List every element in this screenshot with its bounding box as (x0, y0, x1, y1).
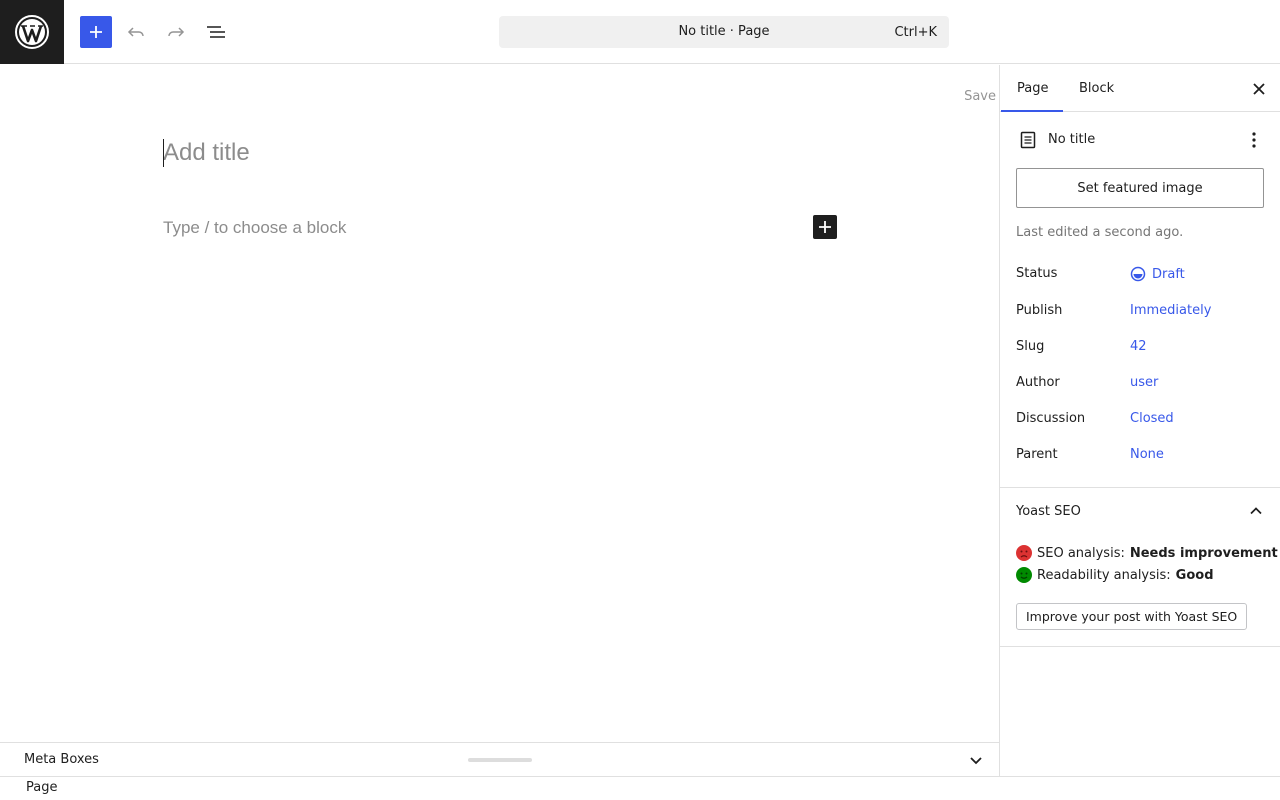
slug-label: Slug (1016, 339, 1045, 354)
author-value-button[interactable]: user (1130, 375, 1158, 390)
close-icon[interactable] (1249, 79, 1269, 99)
yoast-panel-title[interactable]: Yoast SEO (1016, 504, 1081, 519)
readability-analysis-label: Readability analysis: (1037, 567, 1171, 583)
undo-icon (127, 27, 144, 37)
redo-icon (168, 27, 185, 37)
status-value: Draft (1152, 266, 1185, 282)
editor-header: No title · Page Ctrl+K (0, 0, 1280, 64)
author-label: Author (1016, 375, 1060, 390)
redo-button[interactable] (160, 16, 192, 48)
draft-status-icon (1130, 266, 1146, 282)
block-placeholder[interactable]: Type / to choose a block (163, 218, 346, 238)
wordpress-icon (15, 15, 49, 49)
sidebar-tabs: Page Block (1000, 65, 1280, 112)
parent-row: Parent None (1016, 447, 1266, 467)
chevron-up-icon[interactable] (1249, 504, 1263, 518)
seo-analysis-label: SEO analysis: (1037, 545, 1125, 561)
wordpress-logo-button[interactable] (0, 0, 64, 64)
shortcut-hint: Ctrl+K (894, 25, 937, 40)
chevron-down-icon[interactable] (967, 751, 985, 769)
readability-analysis-value: Good (1175, 567, 1214, 583)
meta-boxes-panel: Meta Boxes (0, 742, 999, 776)
happy-face-icon (1016, 567, 1032, 583)
status-label: Status (1016, 266, 1058, 281)
document-name: No title (1048, 132, 1096, 147)
command-palette-button[interactable]: No title · Page Ctrl+K (499, 16, 949, 48)
text-cursor (163, 139, 164, 167)
yoast-seo-panel: Yoast SEO SEO analysis: Needs improvemen… (1000, 487, 1280, 647)
undo-button[interactable] (120, 16, 152, 48)
plus-icon (819, 221, 831, 233)
breadcrumb-page[interactable]: Page (26, 780, 57, 795)
document-title: No title · Page (678, 24, 770, 39)
status-value-button[interactable]: Draft (1130, 266, 1185, 282)
seo-analysis-value: Needs improvement (1129, 545, 1278, 561)
document-overview-button[interactable] (200, 16, 232, 48)
meta-boxes-label: Meta Boxes (24, 752, 99, 767)
settings-sidebar: Page Block No title Set featured image L… (999, 65, 1280, 776)
status-row: Status Draft (1016, 266, 1266, 286)
publish-row: Publish Immediately (1016, 303, 1266, 323)
discussion-value-button[interactable]: Closed (1130, 411, 1174, 426)
plus-icon (90, 26, 102, 38)
set-featured-image-button[interactable]: Set featured image (1016, 168, 1264, 208)
resize-handle[interactable] (468, 758, 532, 762)
last-edited-text: Last edited a second ago. (1016, 225, 1184, 240)
save-draft-button[interactable]: Save (964, 89, 996, 104)
slug-value-button[interactable]: 42 (1130, 339, 1147, 354)
block-inserter-button[interactable] (80, 16, 112, 48)
list-view-icon (207, 26, 225, 38)
publish-value-button[interactable]: Immediately (1130, 303, 1211, 318)
tab-page[interactable]: Page (1001, 65, 1063, 112)
document-summary: No title (1016, 128, 1266, 152)
parent-label: Parent (1016, 447, 1058, 462)
parent-value-button[interactable]: None (1130, 447, 1164, 462)
discussion-row: Discussion Closed (1016, 411, 1266, 431)
editor-canvas: Save Add title Type / to choose a block (0, 65, 999, 742)
slug-row: Slug 42 (1016, 339, 1266, 359)
block-breadcrumb-bar: Page (0, 776, 1280, 800)
sad-face-icon (1016, 545, 1032, 561)
tab-block[interactable]: Block (1079, 65, 1114, 112)
post-title-input[interactable]: Add title (163, 139, 250, 167)
seo-analysis-row: SEO analysis: Needs improvement (1016, 545, 1278, 561)
author-row: Author user (1016, 375, 1266, 395)
improve-with-yoast-button[interactable]: Improve your post with Yoast SEO (1016, 603, 1248, 630)
publish-label: Publish (1016, 303, 1063, 318)
readability-analysis-row: Readability analysis: Good (1016, 567, 1214, 583)
discussion-label: Discussion (1016, 411, 1086, 426)
page-icon (1020, 131, 1036, 149)
add-block-button[interactable] (813, 215, 837, 239)
more-options-icon[interactable] (1242, 128, 1266, 152)
